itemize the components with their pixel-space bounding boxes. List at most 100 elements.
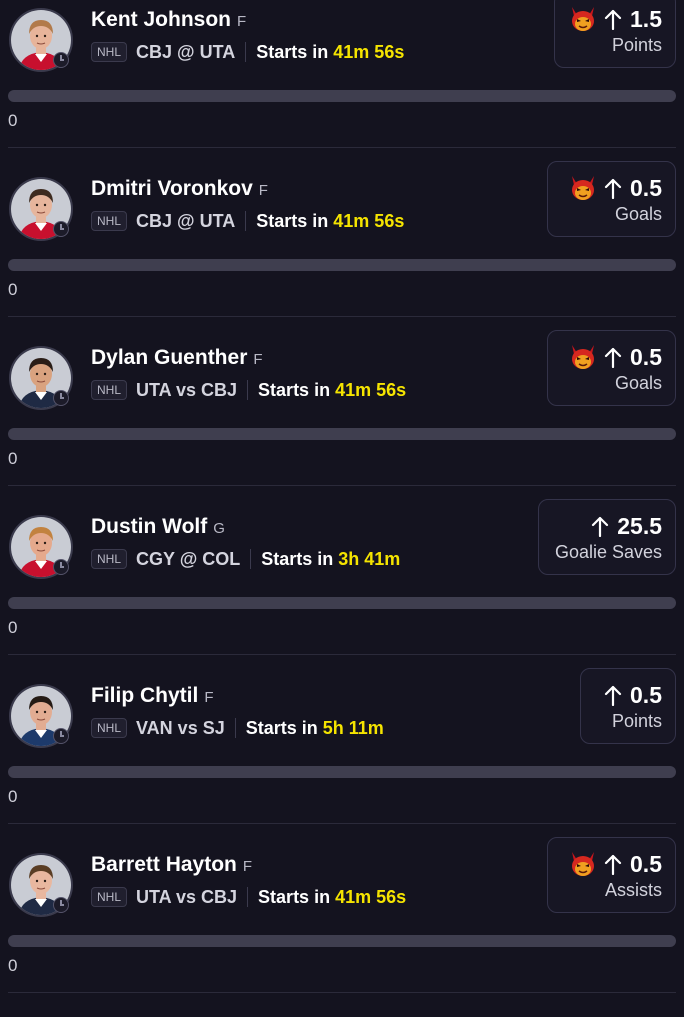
divider: [234, 718, 236, 738]
starts-label: Starts in: [258, 886, 331, 907]
matchup: CGY @ COL: [136, 548, 241, 569]
demon-icon: [572, 852, 595, 876]
divider: [247, 380, 249, 400]
row-divider: [8, 654, 676, 655]
player-position: F: [253, 351, 263, 368]
clock-icon: [53, 728, 69, 744]
divider: [250, 549, 252, 569]
player-name[interactable]: Dmitri Voronkov: [91, 177, 253, 201]
row-divider: [8, 316, 676, 317]
stat-type: Points: [611, 35, 662, 55]
league-badge: NHL: [91, 380, 128, 400]
countdown: 41m 56s: [333, 210, 405, 231]
arrow-up-icon: [604, 347, 622, 368]
divider: [247, 887, 249, 907]
matchup: CBJ @ UTA: [136, 210, 236, 231]
prop-card[interactable]: Barrett Hayton F NHL UTA vs CBJ Starts in 41m…: [0, 837, 684, 1017]
starts-label: Starts in: [256, 41, 329, 62]
progress-count: 0: [8, 449, 18, 468]
progress-bar: [8, 90, 676, 102]
line-value: 1.5: [630, 5, 662, 32]
line-value: 0.5: [630, 343, 662, 370]
prop-card[interactable]: Dustin Wolf G NHL CGY @ COL Starts in 3h 41m 2…: [0, 499, 684, 679]
game-info: NHL CBJ @ UTA Starts in 41m 56s: [91, 40, 404, 64]
stat-type: Assists: [604, 880, 662, 900]
matchup: UTA vs CBJ: [136, 379, 238, 400]
matchup: UTA vs CBJ: [136, 886, 238, 907]
projection-value-row: 25.5: [591, 511, 662, 541]
arrow-up-icon: [604, 178, 622, 199]
arrow-up-icon: [604, 685, 622, 706]
arrow-up-icon: [592, 516, 609, 537]
game-info: NHL UTA vs CBJ Starts in 41m 56s: [91, 885, 406, 909]
player-name[interactable]: Dylan Guenther: [91, 346, 247, 370]
game-info: NHL CBJ @ UTA Starts in 41m 56s: [91, 209, 404, 233]
player-name-line: Dmitri Voronkov F: [91, 177, 268, 207]
line-value: 0.5: [630, 850, 662, 877]
player-name[interactable]: Kent Johnson: [91, 8, 231, 32]
player-name-line: Filip Chytil F: [91, 684, 214, 714]
player-name[interactable]: Dustin Wolf: [91, 515, 207, 539]
projection-button[interactable]: 0.5 Assists: [547, 837, 676, 913]
clock-icon: [53, 221, 69, 237]
arrow-up-icon: [604, 9, 622, 30]
stat-type: Goalie Saves: [554, 542, 662, 562]
line-value: 0.5: [630, 174, 662, 201]
game-info: NHL UTA vs CBJ Starts in 41m 56s: [91, 378, 406, 402]
player-name-line: Barrett Hayton F: [91, 853, 252, 883]
projection-value-row: 0.5: [568, 849, 662, 879]
arrow-up-icon: [604, 854, 622, 875]
projection-button[interactable]: 0.5 Goals: [547, 161, 676, 237]
progress-bar: [8, 259, 676, 271]
progress-bar: [8, 766, 676, 778]
matchup: CBJ @ UTA: [136, 41, 236, 62]
starts-label: Starts in: [245, 717, 318, 738]
progress-count: 0: [8, 787, 18, 806]
prop-card[interactable]: Dmitri Voronkov F NHL CBJ @ UTA Starts in 41m…: [0, 161, 684, 341]
projection-button[interactable]: 0.5 Goals: [547, 330, 676, 406]
row-divider: [8, 485, 676, 486]
projection-value-row: 0.5: [568, 173, 662, 203]
prop-card[interactable]: Kent Johnson F NHL CBJ @ UTA Starts in 41m 56…: [0, 0, 684, 172]
prop-card[interactable]: Dylan Guenther F NHL UTA vs CBJ Starts in 41m…: [0, 330, 684, 510]
player-name-line: Dustin Wolf G: [91, 515, 225, 545]
clock-icon: [53, 52, 69, 68]
player-name[interactable]: Filip Chytil: [91, 684, 198, 708]
matchup: VAN vs SJ: [136, 717, 225, 738]
progress-count: 0: [8, 956, 18, 975]
clock-icon: [53, 897, 69, 913]
demon-icon: [572, 176, 595, 200]
player-position: F: [258, 182, 268, 199]
divider: [245, 42, 247, 62]
divider: [245, 211, 247, 231]
progress-count: 0: [8, 280, 18, 299]
progress-bar: [8, 428, 676, 440]
player-position: F: [204, 689, 214, 706]
stat-type: Goals: [614, 204, 662, 224]
stat-type: Points: [611, 711, 662, 731]
league-badge: NHL: [91, 549, 128, 569]
clock-icon: [53, 559, 69, 575]
player-position: F: [242, 858, 253, 875]
progress-bar: [8, 935, 676, 947]
projection-value-row: 0.5: [604, 680, 662, 710]
starts-label: Starts in: [261, 548, 334, 569]
progress-bar: [8, 597, 676, 609]
league-badge: NHL: [91, 211, 128, 231]
row-divider: [8, 823, 676, 824]
game-info: NHL CGY @ COL Starts in 3h 41m: [91, 547, 400, 571]
league-badge: NHL: [91, 42, 128, 62]
progress-count: 0: [8, 111, 18, 130]
demon-icon: [572, 7, 595, 31]
row-divider: [8, 992, 676, 993]
projection-button[interactable]: 25.5 Goalie Saves: [538, 499, 676, 575]
stat-type: Goals: [614, 373, 662, 393]
player-name[interactable]: Barrett Hayton: [91, 853, 237, 877]
prop-card[interactable]: Filip Chytil F NHL VAN vs SJ Starts in 5h 11m…: [0, 668, 684, 848]
player-position: F: [237, 13, 247, 30]
progress-count: 0: [8, 618, 18, 637]
projection-button[interactable]: 0.5 Points: [580, 668, 676, 744]
clock-icon: [53, 390, 69, 406]
starts-label: Starts in: [256, 210, 329, 231]
projection-button[interactable]: 1.5 Points: [554, 0, 676, 68]
